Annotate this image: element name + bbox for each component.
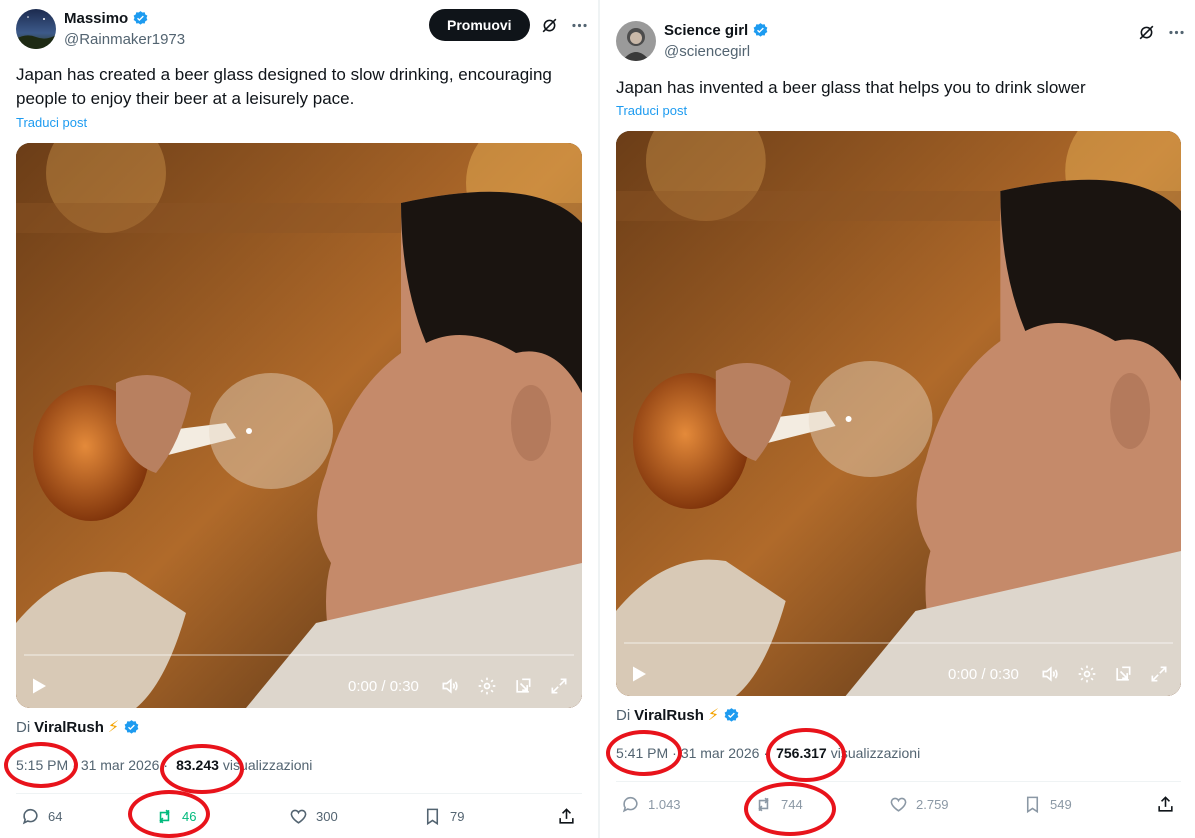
views-label: visualizzazioni [222,757,313,773]
author-name-row[interactable]: Science girl [664,22,769,39]
post-time[interactable]: 5:41 PM [616,745,668,761]
share-button[interactable] [1156,795,1175,814]
video-progress-bar[interactable] [24,654,574,656]
like-count: 300 [316,809,338,824]
video-attribution: Di ViralRush ⚡ [616,705,740,725]
post-time[interactable]: 5:15 PM [16,757,68,773]
attribution-owner[interactable]: ViralRush [634,707,704,724]
post-text: Japan has invented a beer glass that hel… [616,78,1086,97]
fullscreen-icon[interactable] [1149,664,1169,684]
post-top-actions [1136,22,1186,42]
like-button[interactable]: 2.759 [889,795,949,814]
repost-icon [155,807,174,826]
heart-icon [889,795,908,814]
grok-icon[interactable] [1136,22,1156,42]
repost-count: 46 [182,809,197,824]
post-text: Japan has created a beer glass designed … [16,65,552,108]
video-progress-bar[interactable] [624,642,1173,644]
post-science-girl: Science girl @sciencegirl Japan has inve… [600,0,1195,838]
author-handle[interactable]: @Rainmaker1973 [64,31,185,48]
video-player[interactable]: 0:00 / 0:30 [616,131,1181,696]
post-massimo: Massimo @Rainmaker1973 Promuovi Japan ha… [0,0,598,838]
bookmark-icon [423,807,442,826]
avatar[interactable] [16,9,56,49]
grok-icon[interactable] [540,15,560,35]
post-meta: 5:15 PM · 31 mar 2026 · 83.243 visualizz… [16,757,313,773]
video-controls: 0:00 / 0:30 [16,670,582,702]
settings-gear-icon[interactable] [1077,664,1097,684]
translate-post-link[interactable]: Traduci post [16,115,87,130]
more-options-icon[interactable] [570,15,590,35]
view-count: 83.243 [176,757,219,773]
video-player[interactable]: 0:00 / 0:30 [16,143,582,708]
actions-divider [16,793,582,794]
reply-icon [21,807,40,826]
like-button[interactable]: 300 [289,807,338,826]
post-date[interactable]: 31 mar 2026 [81,757,160,773]
fullscreen-icon[interactable] [549,676,569,696]
bookmark-button[interactable]: 79 [423,807,464,826]
attribution-owner[interactable]: ViralRush [34,719,104,736]
views-label: visualizzazioni [830,745,921,761]
reply-count: 1.043 [648,797,681,812]
reply-button[interactable]: 1.043 [621,795,681,814]
more-options-icon[interactable] [1166,22,1186,42]
post-meta: 5:41 PM · 31 mar 2026 · 756.317 visualiz… [616,745,921,761]
volume-icon[interactable] [440,676,460,696]
view-count: 756.317 [776,745,827,761]
verified-badge-icon [123,719,140,736]
reply-button[interactable]: 64 [21,807,62,826]
bookmark-icon [1023,795,1042,814]
heart-icon [289,807,308,826]
video-frame [616,131,1181,696]
post-date[interactable]: 31 mar 2026 [681,745,760,761]
video-frame [16,143,582,708]
video-time: 0:00 / 0:30 [348,677,419,695]
attribution-prefix: Di [616,706,631,724]
bookmark-count: 79 [450,809,465,824]
picture-in-picture-icon[interactable] [513,676,533,696]
verified-badge-icon [752,22,769,39]
author-name-row[interactable]: Massimo [64,10,149,27]
share-button[interactable] [557,807,576,826]
video-time: 0:00 / 0:30 [948,665,1019,683]
play-icon[interactable] [30,677,48,695]
lightning-emoji: ⚡ [707,707,720,724]
bookmark-button[interactable]: 549 [1023,795,1072,814]
reply-icon [621,795,640,814]
share-icon [1156,795,1175,814]
repost-button[interactable]: 744 [754,795,803,814]
actions-divider [616,781,1181,782]
repost-count: 744 [781,797,803,812]
lightning-emoji: ⚡ [107,719,120,736]
display-name[interactable]: Massimo [64,10,128,27]
share-icon [557,807,576,826]
post-top-actions: Promuovi [429,9,590,41]
verified-badge-icon [132,10,149,27]
picture-in-picture-icon[interactable] [1113,664,1133,684]
avatar[interactable] [616,21,656,61]
reply-count: 64 [48,809,63,824]
play-icon[interactable] [630,665,648,683]
video-attribution: Di ViralRush ⚡ [16,717,140,737]
volume-icon[interactable] [1040,664,1060,684]
author-handle[interactable]: @sciencegirl [664,43,750,60]
repost-button[interactable]: 46 [155,807,196,826]
display-name[interactable]: Science girl [664,22,748,39]
verified-badge-icon [723,707,740,724]
promote-button[interactable]: Promuovi [429,9,530,41]
attribution-prefix: Di [16,718,31,736]
video-controls: 0:00 / 0:30 [616,658,1181,690]
like-count: 2.759 [916,797,949,812]
bookmark-count: 549 [1050,797,1072,812]
translate-post-link[interactable]: Traduci post [616,103,687,118]
settings-gear-icon[interactable] [477,676,497,696]
repost-icon [754,795,773,814]
